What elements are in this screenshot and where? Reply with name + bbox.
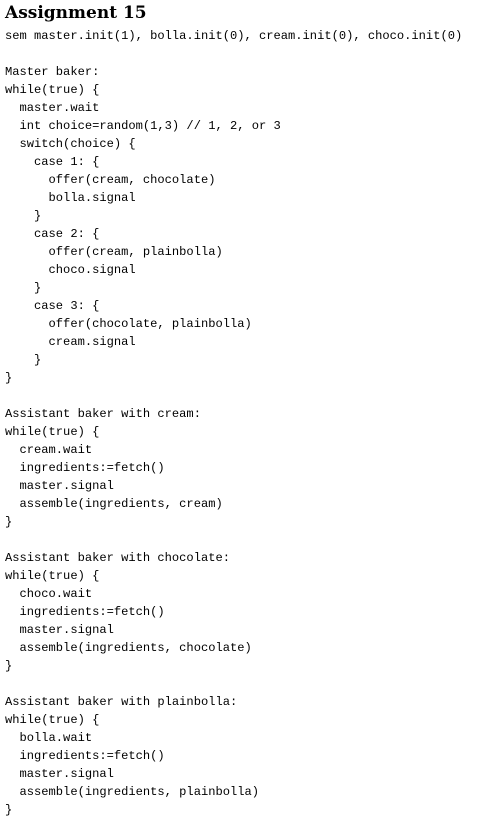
code-line: master.signal <box>5 623 114 637</box>
code-line: choco.signal <box>5 263 136 277</box>
document-title: Assignment 15 <box>5 3 147 23</box>
code-line: Assistant baker with cream: <box>5 407 201 421</box>
code-line: while(true) { <box>5 569 100 583</box>
code-line: } <box>5 515 13 529</box>
code-listing: sem master.init(1), bolla.init(0), cream… <box>5 27 485 819</box>
code-line: } <box>5 209 42 223</box>
code-line: while(true) { <box>5 425 100 439</box>
code-line: ingredients:=fetch() <box>5 749 165 763</box>
code-line: case 3: { <box>5 299 100 313</box>
code-line: Assistant baker with chocolate: <box>5 551 230 565</box>
code-line: master.signal <box>5 767 114 781</box>
code-line: bolla.signal <box>5 191 136 205</box>
code-line: offer(cream, plainbolla) <box>5 245 223 259</box>
code-line: master.wait <box>5 101 100 115</box>
code-line: } <box>5 353 42 367</box>
code-line: } <box>5 803 13 817</box>
code-line: assemble(ingredients, plainbolla) <box>5 785 260 799</box>
code-line: switch(choice) { <box>5 137 136 151</box>
code-line: } <box>5 281 42 295</box>
code-line: Assistant baker with plainbolla: <box>5 695 238 709</box>
code-line: master.signal <box>5 479 114 493</box>
code-line: case 2: { <box>5 227 100 241</box>
code-line: sem master.init(1), bolla.init(0), cream… <box>5 29 463 43</box>
document-page: Assignment 15 sem master.init(1), bolla.… <box>5 0 485 819</box>
code-line: bolla.wait <box>5 731 93 745</box>
code-line: } <box>5 371 13 385</box>
code-line: while(true) { <box>5 83 100 97</box>
code-line: assemble(ingredients, chocolate) <box>5 641 252 655</box>
code-line: assemble(ingredients, cream) <box>5 497 223 511</box>
code-line: ingredients:=fetch() <box>5 461 165 475</box>
code-line: Master baker: <box>5 65 100 79</box>
code-line: cream.wait <box>5 443 93 457</box>
code-line: cream.signal <box>5 335 136 349</box>
code-line: case 1: { <box>5 155 100 169</box>
code-line: offer(cream, chocolate) <box>5 173 216 187</box>
code-line: ingredients:=fetch() <box>5 605 165 619</box>
code-line: int choice=random(1,3) // 1, 2, or 3 <box>5 119 281 133</box>
code-line: choco.wait <box>5 587 93 601</box>
code-line: } <box>5 659 13 673</box>
code-line: while(true) { <box>5 713 100 727</box>
code-line: offer(chocolate, plainbolla) <box>5 317 252 331</box>
